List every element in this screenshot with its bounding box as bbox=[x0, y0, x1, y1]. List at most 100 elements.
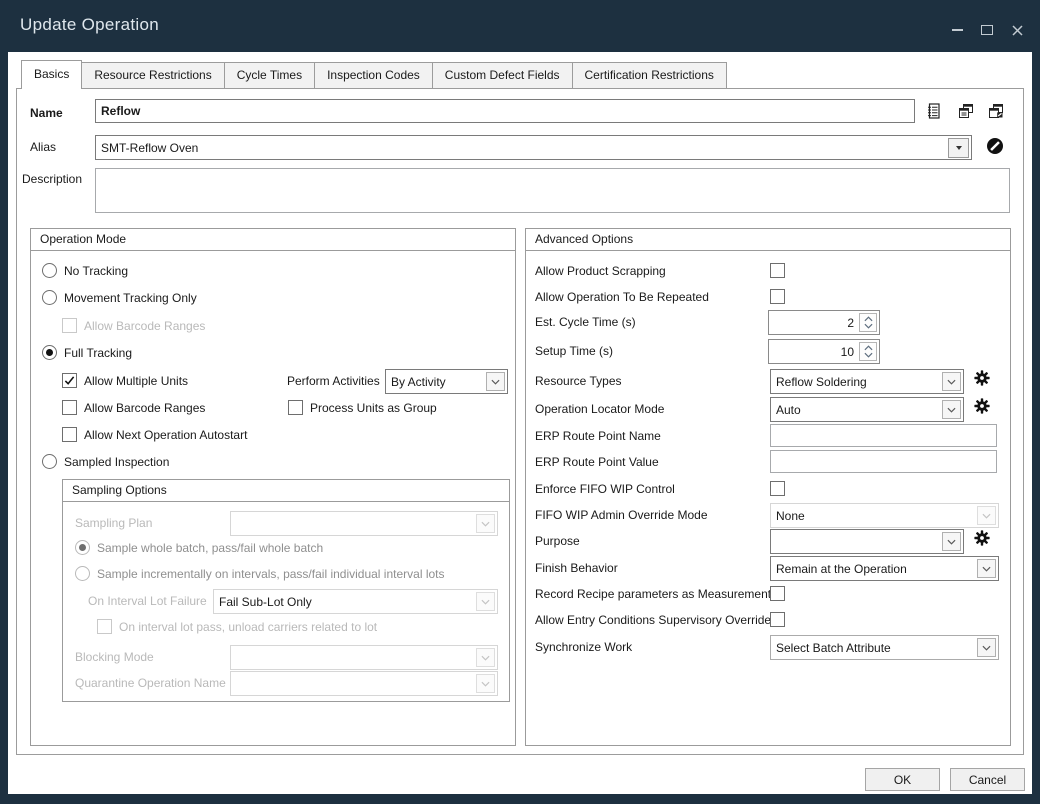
checkbox-record-recipe-parameters[interactable] bbox=[770, 586, 785, 601]
est-cycle-time-spinner[interactable]: 2 bbox=[768, 310, 880, 335]
radio-movement-tracking-only[interactable] bbox=[42, 290, 57, 305]
operation-locator-mode-dropdown-button[interactable] bbox=[942, 400, 961, 419]
description-label: Description bbox=[22, 171, 82, 187]
chevron-down-icon bbox=[481, 681, 490, 687]
quarantine-operation-name-label: Quarantine Operation Name bbox=[75, 675, 226, 691]
tab-basics[interactable]: Basics bbox=[21, 60, 82, 89]
fifo-wip-admin-override-mode-combobox: None bbox=[770, 503, 999, 528]
name-input[interactable] bbox=[95, 99, 915, 123]
ok-button[interactable]: OK bbox=[865, 768, 940, 791]
alias-combobox[interactable]: SMT-Reflow Oven bbox=[95, 135, 972, 160]
purpose-dropdown-button[interactable] bbox=[942, 532, 961, 551]
perform-activities-value: By Activity bbox=[386, 375, 484, 389]
radio-sampled-inspection[interactable] bbox=[42, 454, 57, 469]
blocking-mode-combobox bbox=[230, 645, 498, 670]
maximize-button[interactable] bbox=[980, 24, 994, 36]
window-title: Update Operation bbox=[20, 15, 159, 35]
finish-behavior-combobox[interactable]: Remain at the Operation bbox=[770, 556, 999, 581]
titlebar[interactable]: Update Operation bbox=[0, 0, 1040, 52]
notes-button[interactable] bbox=[925, 102, 943, 120]
chevron-down-icon bbox=[481, 521, 490, 527]
sampling-options-title: Sampling Options bbox=[63, 480, 509, 502]
purpose-combobox[interactable] bbox=[770, 529, 964, 554]
checkbox-process-units-as-group[interactable] bbox=[288, 400, 303, 415]
setup-time-spinner[interactable]: 10 bbox=[768, 339, 880, 364]
sampling-plan-combobox bbox=[230, 511, 498, 536]
resource-types-combobox[interactable]: Reflow Soldering bbox=[770, 369, 964, 394]
est-cycle-time-spin-buttons[interactable] bbox=[859, 313, 877, 332]
no-tracking-label: No Tracking bbox=[64, 263, 128, 279]
purpose-settings-button[interactable] bbox=[974, 530, 990, 546]
erp-route-point-value-input[interactable] bbox=[770, 450, 997, 473]
perform-activities-combobox[interactable]: By Activity bbox=[385, 369, 508, 394]
alias-dropdown-button[interactable] bbox=[948, 138, 969, 158]
close-icon bbox=[1012, 25, 1023, 36]
checkbox-allow-product-scrapping[interactable] bbox=[770, 263, 785, 278]
checkbox-allow-multiple-units[interactable] bbox=[62, 373, 77, 388]
description-textarea[interactable] bbox=[95, 168, 1010, 213]
tab-inspection-codes[interactable]: Inspection Codes bbox=[314, 62, 433, 89]
resource-types-settings-button[interactable] bbox=[974, 370, 990, 386]
perform-activities-label: Perform Activities bbox=[287, 373, 380, 389]
synchronize-work-placeholder: Select Batch Attribute bbox=[771, 641, 975, 655]
allow-barcode-ranges-label: Allow Barcode Ranges bbox=[84, 400, 205, 416]
setup-time-spin-buttons[interactable] bbox=[859, 342, 877, 361]
sample-whole-batch-label: Sample whole batch, pass/fail whole batc… bbox=[97, 540, 323, 556]
name-label: Name bbox=[30, 105, 63, 121]
fifo-wip-admin-override-mode-label: FIFO WIP Admin Override Mode bbox=[535, 507, 708, 523]
erp-route-point-name-input[interactable] bbox=[770, 424, 997, 447]
minimize-icon bbox=[952, 29, 963, 31]
tab-certification-restrictions[interactable]: Certification Restrictions bbox=[572, 62, 727, 89]
copy-edit-icon bbox=[987, 102, 1005, 120]
erp-route-point-value-label: ERP Route Point Value bbox=[535, 454, 659, 470]
operation-locator-mode-label: Operation Locator Mode bbox=[535, 401, 664, 417]
chevron-down-icon bbox=[491, 379, 500, 385]
tab-custom-defect-fields[interactable]: Custom Defect Fields bbox=[432, 62, 573, 89]
gear-icon bbox=[974, 530, 990, 546]
finish-behavior-dropdown-button[interactable] bbox=[977, 559, 996, 578]
chevron-down-icon bbox=[982, 645, 991, 651]
operation-locator-mode-settings-button[interactable] bbox=[974, 398, 990, 414]
sampled-inspection-label: Sampled Inspection bbox=[64, 454, 169, 470]
checkbox-allow-next-operation-autostart[interactable] bbox=[62, 427, 77, 442]
alias-clear-button[interactable] bbox=[986, 137, 1004, 155]
operation-locator-mode-combobox[interactable]: Auto bbox=[770, 397, 964, 422]
synchronize-work-combobox[interactable]: Select Batch Attribute bbox=[770, 635, 999, 660]
checkbox-allow-barcode-ranges[interactable] bbox=[62, 400, 77, 415]
tab-cycle-times[interactable]: Cycle Times bbox=[224, 62, 315, 89]
resource-types-value: Reflow Soldering bbox=[771, 375, 940, 389]
cancel-button[interactable]: Cancel bbox=[950, 768, 1025, 791]
minimize-button[interactable] bbox=[950, 24, 964, 36]
checkbox-on-interval-lot-pass bbox=[97, 619, 112, 634]
synchronize-work-dropdown-button[interactable] bbox=[977, 638, 996, 657]
checkbox-allow-operation-to-be-repeated[interactable] bbox=[770, 289, 785, 304]
finish-behavior-value: Remain at the Operation bbox=[771, 562, 975, 576]
radio-no-tracking[interactable] bbox=[42, 263, 57, 278]
tab-resource-restrictions[interactable]: Resource Restrictions bbox=[81, 62, 224, 89]
allow-multiple-units-label: Allow Multiple Units bbox=[84, 373, 188, 389]
copy-button[interactable] bbox=[957, 102, 975, 120]
chevron-down-icon bbox=[982, 566, 991, 572]
checkbox-allow-entry-conditions-override[interactable] bbox=[770, 612, 785, 627]
allow-entry-conditions-override-label: Allow Entry Conditions Supervisory Overr… bbox=[535, 612, 771, 628]
gear-icon bbox=[974, 398, 990, 414]
radio-full-tracking[interactable] bbox=[42, 345, 57, 360]
process-units-as-group-label: Process Units as Group bbox=[310, 400, 437, 416]
chevron-down-icon bbox=[947, 539, 956, 545]
copy-edit-button[interactable] bbox=[987, 102, 1005, 120]
perform-activities-dropdown-button[interactable] bbox=[486, 372, 505, 391]
resource-types-dropdown-button[interactable] bbox=[942, 372, 961, 391]
finish-behavior-label: Finish Behavior bbox=[535, 560, 618, 576]
operation-mode-title: Operation Mode bbox=[31, 229, 515, 251]
checkbox-enforce-fifo-wip-control[interactable] bbox=[770, 481, 785, 496]
fifo-wip-admin-override-mode-value: None bbox=[771, 509, 975, 523]
enforce-fifo-wip-control-label: Enforce FIFO WIP Control bbox=[535, 481, 675, 497]
erp-route-point-name-label: ERP Route Point Name bbox=[535, 428, 661, 444]
tab-bar: Basics Resource Restrictions Cycle Times… bbox=[22, 60, 727, 89]
radio-sample-incrementally bbox=[75, 566, 90, 581]
close-button[interactable] bbox=[1010, 24, 1024, 36]
record-recipe-parameters-label: Record Recipe parameters as Measurements bbox=[535, 586, 777, 602]
fifo-wip-admin-override-mode-dropdown-button bbox=[977, 506, 996, 525]
window-controls bbox=[950, 24, 1024, 36]
resource-types-label: Resource Types bbox=[535, 373, 622, 389]
